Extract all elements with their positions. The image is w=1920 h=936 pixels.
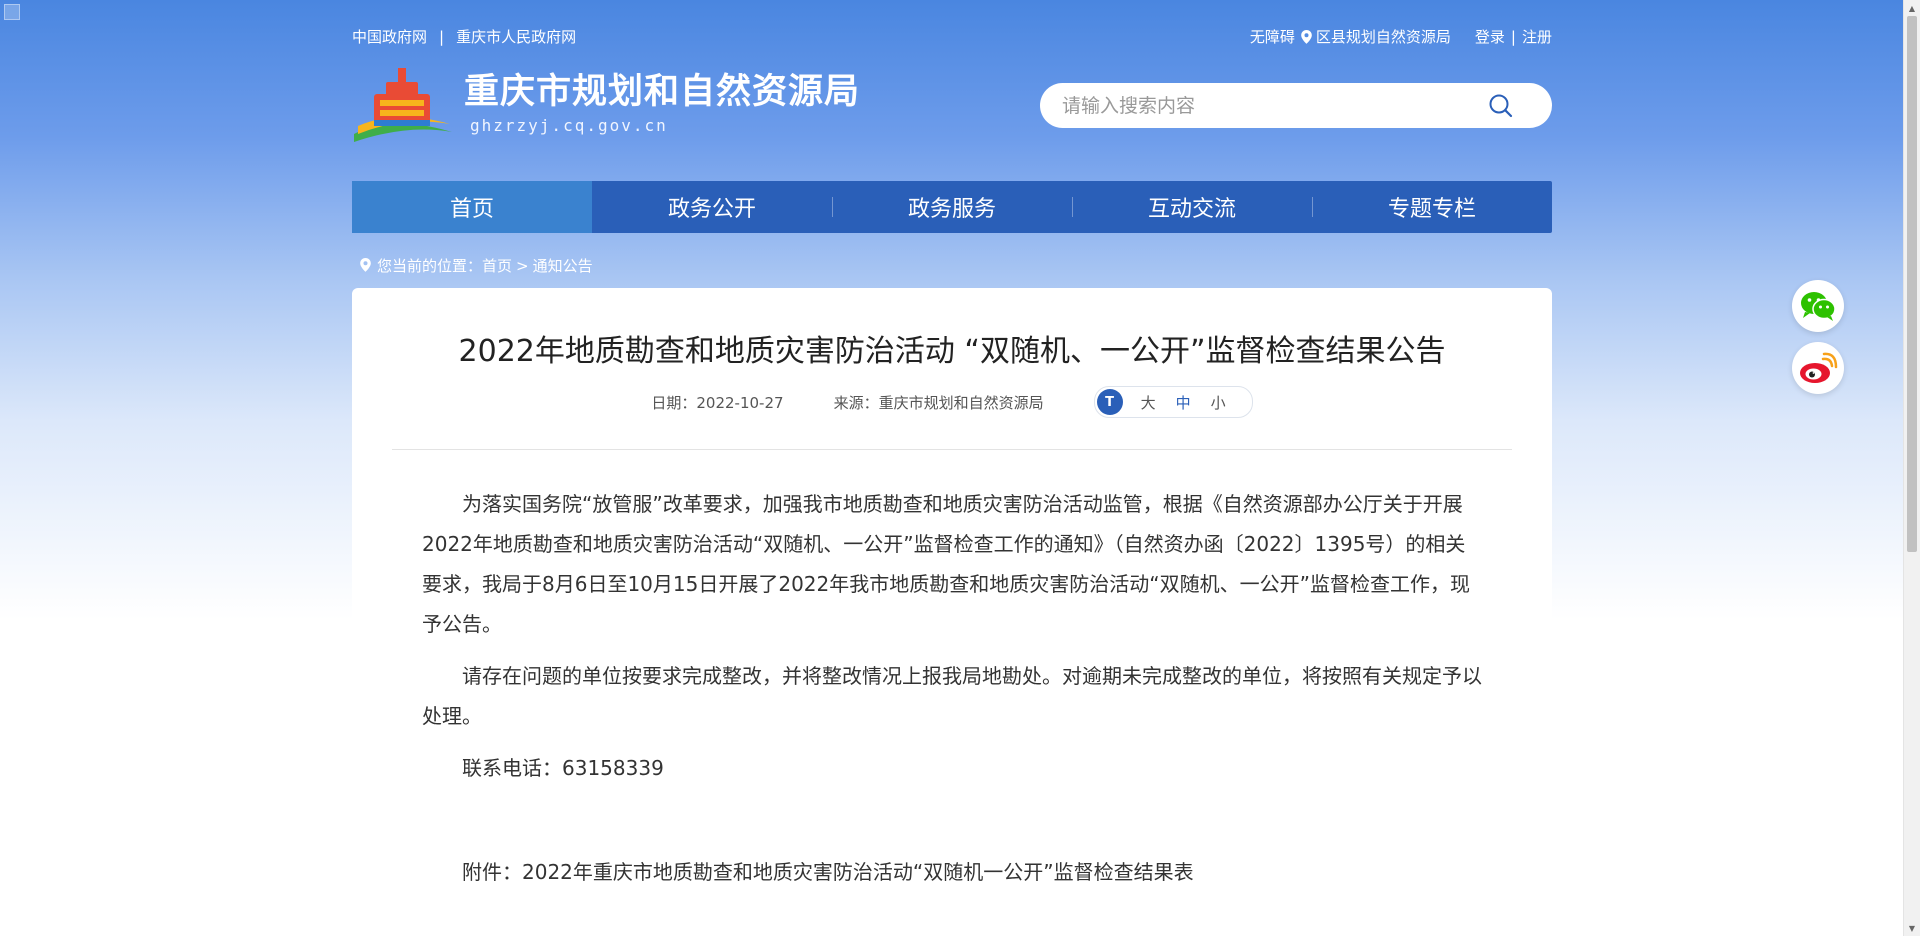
search-box — [1040, 83, 1552, 128]
article-paragraph: 为落实国务院“放管服”改革要求，加强我市地质勘查和地质灾害防治活动监管，根据《自… — [422, 484, 1482, 644]
breadcrumb-home[interactable]: 首页 — [482, 255, 512, 276]
top-links-separator: | — [439, 28, 444, 46]
font-size-large[interactable]: 大 — [1141, 392, 1156, 413]
font-size-switcher: T 大 中 小 — [1094, 386, 1253, 418]
font-size-small[interactable]: 小 — [1211, 392, 1226, 413]
scroll-down-arrow-icon[interactable]: ▼ — [1904, 920, 1920, 936]
weibo-share-button[interactable] — [1792, 342, 1844, 394]
location-pin-icon — [1301, 30, 1312, 44]
bureau-emblem-icon — [352, 64, 454, 144]
site-logo[interactable]: 重庆市规划和自然资源局 ghzrzyj.cq.gov.cn — [352, 64, 860, 144]
article-date: 日期：2022-10-27 — [651, 392, 783, 413]
contact-phone: 联系电话：63158339 — [422, 748, 1482, 788]
title-divider — [392, 449, 1512, 450]
article-card: 2022年地质勘查和地质灾害防治活动 “双随机、一公开”监督检查结果公告 日期：… — [352, 288, 1552, 936]
gov-link[interactable]: 中国政府网 — [352, 26, 427, 47]
breadcrumb-arrow: > — [516, 257, 529, 275]
account-separator: | — [1511, 28, 1516, 46]
nav-item-gov-affairs[interactable]: 政务公开 — [592, 181, 832, 233]
weibo-icon — [1798, 351, 1838, 385]
breadcrumb: 您当前的位置： 首页 > 通知公告 — [360, 255, 593, 276]
city-gov-link[interactable]: 重庆市人民政府网 — [456, 26, 576, 47]
nav-item-special-topics[interactable]: 专题专栏 — [1312, 181, 1552, 233]
font-size-medium[interactable]: 中 — [1176, 392, 1191, 413]
main-nav: 首页 政务公开 政务服务 互动交流 专题专栏 — [352, 181, 1552, 233]
top-right-links: 无障碍 区县规划自然资源局 登录 | 注册 — [1250, 26, 1552, 47]
top-links: 中国政府网 | 重庆市人民政府网 — [352, 26, 576, 47]
nav-item-interaction[interactable]: 互动交流 — [1072, 181, 1312, 233]
accessibility-link[interactable]: 无障碍 — [1250, 26, 1295, 47]
register-link[interactable]: 注册 — [1522, 26, 1552, 47]
nav-item-home[interactable]: 首页 — [352, 181, 592, 233]
article-body: 为落实国务院“放管服”改革要求，加强我市地质勘查和地质灾害防治活动监管，根据《自… — [422, 484, 1482, 904]
site-domain: ghzrzyj.cq.gov.cn — [470, 116, 860, 135]
wechat-share-button[interactable] — [1792, 280, 1844, 332]
article-title: 2022年地质勘查和地质灾害防治活动 “双随机、一公开”监督检查结果公告 — [352, 326, 1552, 370]
location-icon — [360, 258, 371, 273]
article-source: 来源：重庆市规划和自然资源局 — [834, 392, 1044, 413]
page-scrollbar[interactable]: ▲ ▼ — [1903, 0, 1920, 936]
login-link[interactable]: 登录 — [1475, 26, 1505, 47]
breadcrumb-prefix: 您当前的位置： — [377, 255, 482, 276]
attachment-link[interactable]: 附件：2022年重庆市地质勘查和地质灾害防治活动“双随机一公开”监督检查结果表 — [422, 852, 1482, 892]
corner-marker — [4, 4, 20, 20]
breadcrumb-current[interactable]: 通知公告 — [533, 255, 593, 276]
search-icon[interactable] — [1488, 93, 1514, 119]
article-paragraph: 请存在问题的单位按要求完成整改，并将整改情况上报我局地勘处。对逾期未完成整改的单… — [422, 656, 1482, 736]
wechat-icon — [1799, 290, 1837, 322]
scroll-up-arrow-icon[interactable]: ▲ — [1904, 0, 1920, 16]
scrollbar-thumb[interactable] — [1907, 16, 1917, 552]
nav-item-gov-services[interactable]: 政务服务 — [832, 181, 1072, 233]
district-bureau-link[interactable]: 区县规划自然资源局 — [1316, 26, 1451, 47]
site-title: 重庆市规划和自然资源局 — [464, 72, 860, 112]
search-input[interactable] — [1060, 94, 1474, 118]
font-size-icon: T — [1097, 389, 1123, 415]
article-meta: 日期：2022-10-27 来源：重庆市规划和自然资源局 T 大 中 小 — [352, 386, 1552, 418]
